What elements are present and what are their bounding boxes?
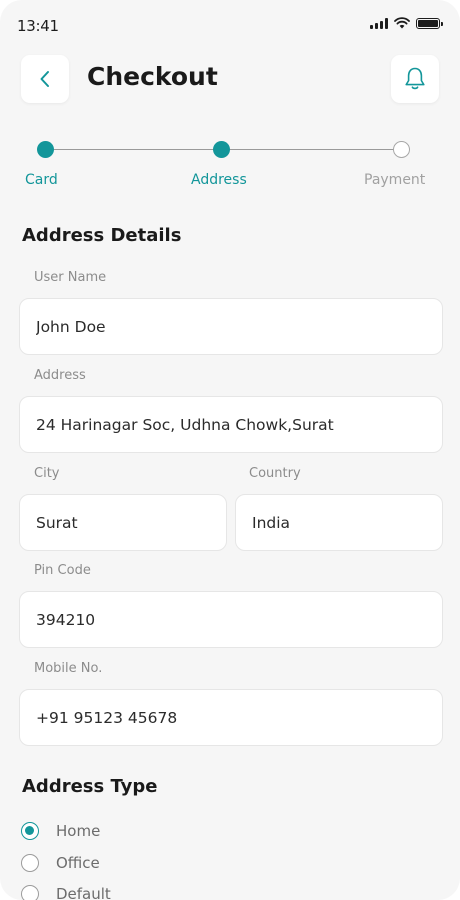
checkout-screen: 13:41 Checkout Card Address Payment Addr… xyxy=(0,0,460,900)
address-type-title: Address Type xyxy=(22,776,158,797)
mobile-input[interactable] xyxy=(36,708,442,727)
status-time: 13:41 xyxy=(17,17,59,35)
radio-home[interactable] xyxy=(21,822,39,840)
pin-code-input[interactable] xyxy=(36,610,442,629)
radio-home-label: Home xyxy=(56,822,101,840)
signal-icon xyxy=(370,17,388,29)
bell-icon xyxy=(405,67,425,90)
city-input[interactable] xyxy=(36,513,226,532)
address-field[interactable] xyxy=(19,396,443,453)
pin-code-label: Pin Code xyxy=(34,563,91,578)
step-payment-label[interactable]: Payment xyxy=(364,172,425,188)
checkout-stepper: Card Address Payment xyxy=(0,130,460,200)
step-card-label[interactable]: Card xyxy=(25,172,58,188)
notifications-button[interactable] xyxy=(391,55,439,103)
country-input[interactable] xyxy=(252,513,442,532)
chevron-left-icon xyxy=(40,71,49,87)
step-address-label[interactable]: Address xyxy=(191,172,247,188)
radio-office[interactable] xyxy=(21,854,39,872)
radio-default[interactable] xyxy=(21,885,39,900)
step-payment-indicator xyxy=(393,141,410,158)
address-label: Address xyxy=(34,368,86,383)
country-label: Country xyxy=(249,466,301,481)
status-icons xyxy=(370,17,443,29)
page-title: Checkout xyxy=(87,62,218,91)
address-type-option-default[interactable]: Default xyxy=(21,885,111,900)
address-details-title: Address Details xyxy=(22,225,182,246)
address-type-option-home[interactable]: Home xyxy=(21,822,100,840)
address-type-option-office[interactable]: Office xyxy=(21,854,100,872)
wifi-icon xyxy=(394,17,410,29)
city-field[interactable] xyxy=(19,494,227,551)
radio-office-label: Office xyxy=(56,854,100,872)
country-field[interactable] xyxy=(235,494,443,551)
mobile-field[interactable] xyxy=(19,689,443,746)
step-address-indicator xyxy=(213,141,230,158)
mobile-label: Mobile No. xyxy=(34,661,103,676)
radio-default-label: Default xyxy=(56,885,111,900)
step-connector xyxy=(45,149,222,150)
user-name-field[interactable] xyxy=(19,298,443,355)
user-name-input[interactable] xyxy=(36,317,442,336)
battery-icon xyxy=(416,17,443,29)
step-card-indicator xyxy=(37,141,54,158)
step-connector xyxy=(222,149,401,150)
pin-code-field[interactable] xyxy=(19,591,443,648)
address-input[interactable] xyxy=(36,415,442,434)
city-label: City xyxy=(34,466,60,481)
back-button[interactable] xyxy=(21,55,69,103)
user-name-label: User Name xyxy=(34,270,107,285)
status-bar: 13:41 xyxy=(0,0,460,50)
